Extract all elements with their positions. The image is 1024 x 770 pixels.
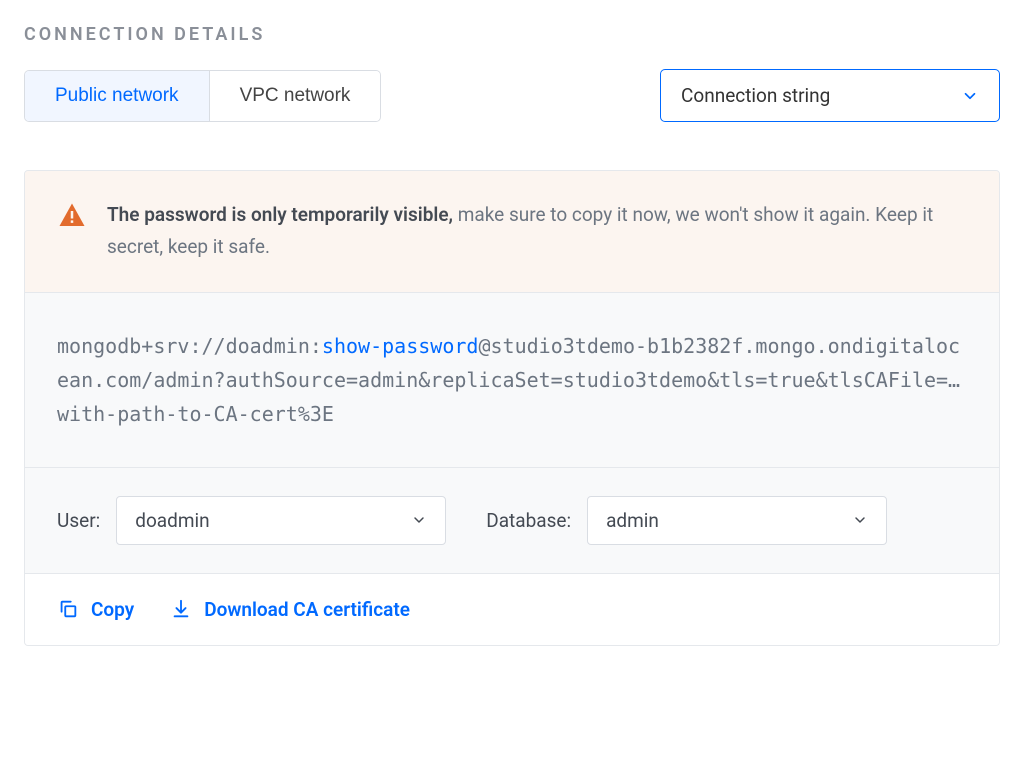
user-label: User: bbox=[57, 509, 100, 532]
copy-button[interactable]: Copy bbox=[57, 598, 134, 621]
section-title: CONNECTION DETAILS bbox=[24, 24, 1000, 45]
database-label: Database: bbox=[486, 509, 571, 532]
selectors-row: User: doadmin Database: admin bbox=[25, 468, 999, 574]
chevron-down-icon bbox=[852, 512, 868, 528]
warning-text: The password is only temporarily visible… bbox=[107, 199, 967, 264]
copy-label: Copy bbox=[91, 598, 134, 621]
database-select-value: admin bbox=[606, 509, 659, 532]
actions-row: Copy Download CA certificate bbox=[25, 574, 999, 645]
warning-icon bbox=[57, 201, 87, 231]
download-ca-button[interactable]: Download CA certificate bbox=[170, 598, 410, 621]
copy-icon bbox=[57, 598, 79, 620]
chevron-down-icon bbox=[411, 512, 427, 528]
download-icon bbox=[170, 598, 192, 620]
connection-card: The password is only temporarily visible… bbox=[24, 170, 1000, 646]
network-tab-group: Public network VPC network bbox=[24, 70, 381, 122]
database-select[interactable]: admin bbox=[587, 496, 887, 545]
database-selector-group: Database: admin bbox=[486, 496, 887, 545]
connection-format-dropdown[interactable]: Connection string bbox=[660, 69, 1000, 122]
connstring-prefix: mongodb+srv://doadmin: bbox=[57, 334, 322, 358]
show-password-link[interactable]: show-password bbox=[322, 334, 479, 358]
connection-string-block: mongodb+srv://doadmin:show-password@stud… bbox=[25, 293, 999, 468]
download-label: Download CA certificate bbox=[204, 598, 410, 621]
tab-public-network[interactable]: Public network bbox=[25, 71, 210, 121]
password-warning-alert: The password is only temporarily visible… bbox=[25, 171, 999, 293]
user-select[interactable]: doadmin bbox=[116, 496, 446, 545]
tab-vpc-network[interactable]: VPC network bbox=[210, 71, 381, 121]
user-select-value: doadmin bbox=[135, 509, 209, 532]
connection-format-selected: Connection string bbox=[681, 84, 830, 107]
warning-bold: The password is only temporarily visible… bbox=[107, 203, 453, 226]
user-selector-group: User: doadmin bbox=[57, 496, 446, 545]
controls-row: Public network VPC network Connection st… bbox=[24, 69, 1000, 122]
chevron-down-icon bbox=[961, 87, 979, 105]
